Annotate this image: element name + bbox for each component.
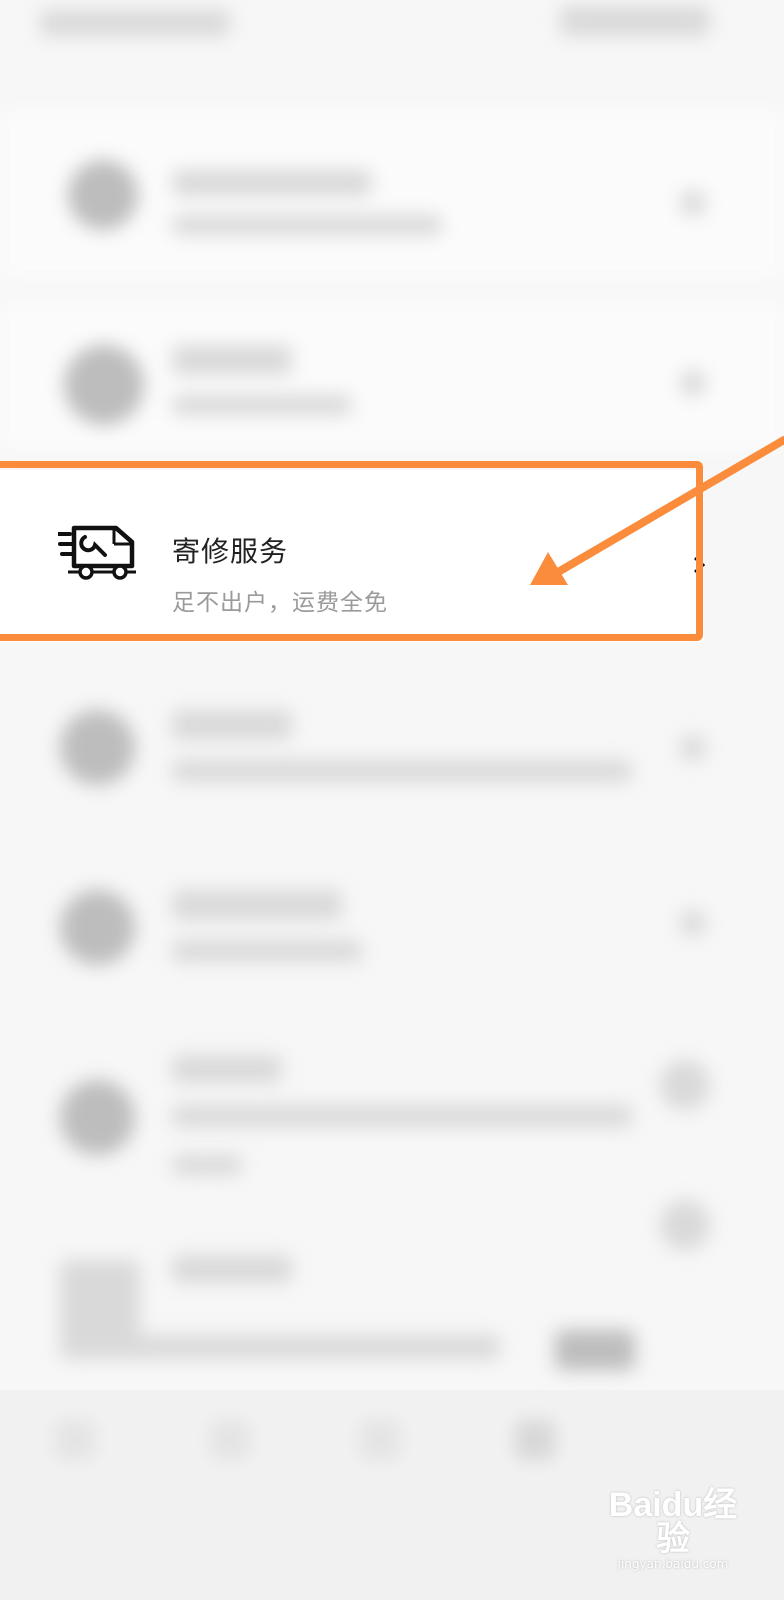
service-title: 寄修服务 <box>172 535 289 568</box>
baidu-jingyan-watermark: Baidu经验 jingyan.baidu.com <box>598 1488 748 1578</box>
chevron-right-icon <box>694 556 706 574</box>
blurred-background <box>0 0 784 1600</box>
watermark-url: jingyan.baidu.com <box>617 1557 729 1571</box>
repair-van-icon <box>58 525 136 580</box>
service-subtitle: 足不出户，运费全免 <box>172 590 388 616</box>
watermark-brand: Baidu经验 <box>608 1486 738 1558</box>
